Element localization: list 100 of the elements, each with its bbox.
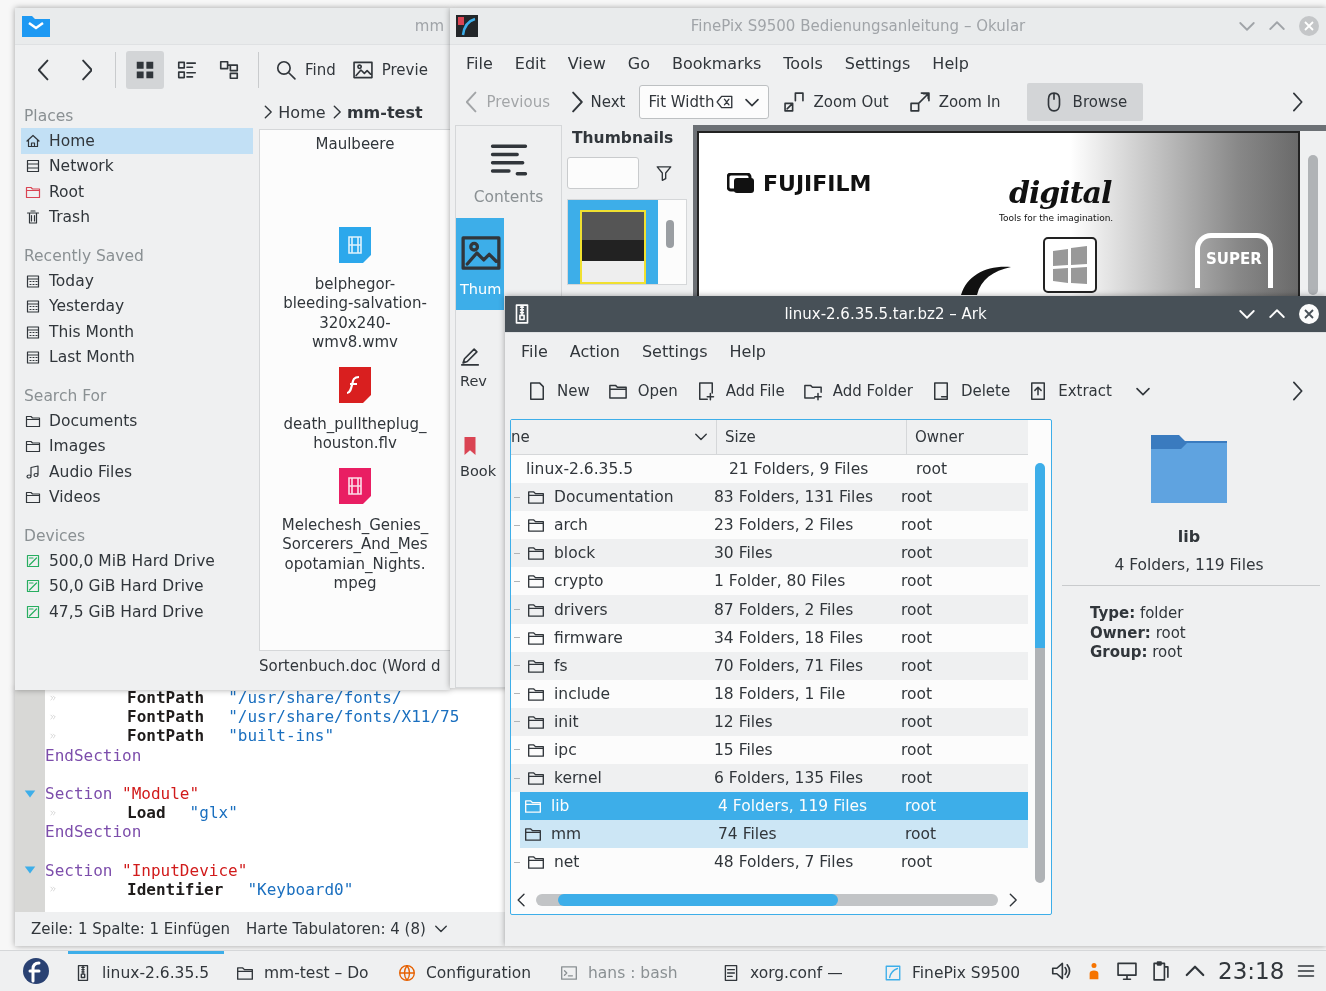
table-row[interactable]: mm 74 Files root bbox=[520, 820, 1028, 849]
toolbar-button[interactable]: Next bbox=[563, 83, 632, 121]
table-cell-text: root bbox=[900, 712, 934, 731]
zoom-dropdown[interactable]: Fit Width bbox=[639, 85, 770, 119]
breadcrumb-item[interactable]: Home bbox=[278, 102, 326, 122]
side-tab[interactable]: Book bbox=[456, 412, 504, 502]
toolbar-button[interactable]: Zoom Out bbox=[777, 83, 895, 121]
taskbar-task[interactable]: linux-2.6.35.5 bbox=[68, 951, 224, 991]
sidebar-item[interactable]: Home bbox=[21, 128, 253, 154]
sidebar-item[interactable]: Videos bbox=[21, 484, 253, 510]
table-cell: crypto bbox=[554, 572, 604, 591]
clock: 23:18 bbox=[1218, 958, 1285, 984]
search-field[interactable] bbox=[567, 157, 639, 189]
toolbar-button[interactable]: Previe bbox=[345, 51, 434, 89]
file-name[interactable]: Maulbeere bbox=[315, 135, 395, 155]
table-cell: include bbox=[554, 684, 611, 703]
table-row[interactable]: include 18 Folders, 1 File root bbox=[511, 679, 1028, 708]
sidebar-item[interactable]: Documents bbox=[21, 408, 253, 434]
sidebar-item[interactable]: Images bbox=[21, 433, 253, 459]
hard-drive-icon bbox=[25, 552, 41, 569]
column-header[interactable]: Owner bbox=[907, 420, 1051, 454]
chevron-right-icon bbox=[1008, 893, 1018, 907]
table-row[interactable]: net 48 Folders, 7 Files root bbox=[511, 848, 1028, 877]
menu-item[interactable]: Go bbox=[617, 49, 660, 77]
calendar-icon bbox=[25, 323, 41, 340]
menu-item[interactable]: File bbox=[456, 49, 503, 77]
toolbar-button[interactable]: Browse bbox=[1026, 83, 1144, 121]
menu-item[interactable]: File bbox=[511, 337, 558, 365]
menu-item[interactable]: Settings bbox=[631, 337, 718, 365]
column-header[interactable]: Size bbox=[717, 420, 907, 454]
terminal-icon bbox=[560, 963, 578, 982]
toolbar-button[interactable]: Add File bbox=[689, 372, 791, 410]
toolbar-button[interactable]: Zoom In bbox=[902, 83, 1007, 121]
table-row[interactable]: block 30 Files root bbox=[511, 539, 1028, 568]
table-row[interactable]: firmware 34 Folders, 18 Files root bbox=[511, 623, 1028, 652]
menu-item[interactable]: Settings bbox=[834, 49, 921, 77]
sidebar-item[interactable]: 47,5 GiB Hard Drive bbox=[21, 599, 253, 625]
horizontal-scrollbar[interactable] bbox=[536, 894, 999, 906]
section-heading: Devices bbox=[23, 526, 87, 547]
folder-icon bbox=[25, 489, 41, 506]
taskbar-task[interactable]: Configuration bbox=[392, 951, 548, 991]
toolbar-button[interactable]: Open bbox=[601, 372, 684, 410]
table-row[interactable]: linux-2.6.35.5 21 Folders, 9 Files root bbox=[511, 455, 1028, 484]
scrollbar[interactable] bbox=[666, 220, 674, 248]
chevron-left-icon bbox=[517, 893, 527, 907]
sidebar-item[interactable]: Yesterday bbox=[21, 293, 253, 319]
sidebar-item[interactable]: Today bbox=[21, 268, 253, 294]
sidebar-item[interactable]: 500,0 MiB Hard Drive bbox=[21, 548, 253, 574]
sidebar-item[interactable]: 50,0 GiB Hard Drive bbox=[21, 573, 253, 599]
table-row[interactable]: arch 23 Folders, 2 Files root bbox=[511, 511, 1028, 540]
scrollbar[interactable] bbox=[1300, 131, 1326, 296]
menu-item[interactable]: Help bbox=[719, 337, 776, 365]
menu-item[interactable]: Edit bbox=[504, 49, 556, 77]
calendar-icon bbox=[25, 349, 41, 366]
thumbnail-item[interactable] bbox=[568, 200, 658, 284]
taskbar-task[interactable]: mm-test – Do bbox=[230, 951, 386, 991]
table-row[interactable]: init 12 Files root bbox=[511, 707, 1028, 736]
close-icon[interactable] bbox=[1298, 303, 1320, 325]
table-cell[interactable]: linux-2.6.35.5 bbox=[526, 460, 634, 479]
file-name[interactable]: death_pulltheplug_houston.flv bbox=[280, 414, 430, 454]
table-row[interactable]: drivers 87 Folders, 2 Files root bbox=[511, 595, 1028, 624]
table-cell-text: root bbox=[900, 544, 934, 563]
indentation-dropdown[interactable]: Harte Tabulatoren: 4 (8) bbox=[246, 920, 448, 938]
code-line: FontPath "/usr/share/fonts/X11/75 bbox=[127, 707, 460, 727]
sidebar-item[interactable]: This Month bbox=[21, 319, 253, 345]
new-file-icon bbox=[527, 381, 547, 401]
taskbar-task[interactable]: xorg.conf — bbox=[716, 951, 872, 991]
launcher-icon[interactable] bbox=[22, 957, 50, 985]
search-icon bbox=[275, 59, 297, 81]
sidebar-item[interactable]: Audio Files bbox=[21, 459, 253, 485]
folder-icon bbox=[21, 14, 51, 38]
menu-item[interactable]: Action bbox=[559, 337, 630, 365]
toolbar-button[interactable]: New bbox=[521, 372, 596, 410]
table-cell-text: 1 Folder, 80 Files bbox=[713, 572, 847, 591]
table-cell-text: 12 Files bbox=[713, 712, 774, 731]
file-name[interactable]: belphegor-bleeding-salvation-320x240-wmv8.wmv bbox=[280, 274, 430, 353]
menu-item[interactable]: Tools bbox=[773, 49, 833, 77]
table-row[interactable]: kernel 6 Folders, 135 Files root bbox=[511, 764, 1028, 793]
column-header[interactable]: ne bbox=[511, 420, 717, 454]
toolbar-button[interactable]: Delete bbox=[924, 372, 1017, 410]
view-mode-button[interactable] bbox=[126, 51, 164, 89]
table-row[interactable]: Documentation 83 Folders, 131 Files root bbox=[511, 483, 1028, 512]
sidebar-item[interactable]: Network bbox=[21, 153, 253, 179]
toolbar-button[interactable]: Extract bbox=[1022, 372, 1118, 410]
sidebar-item[interactable]: Root bbox=[21, 179, 253, 205]
menu-item[interactable]: View bbox=[557, 49, 616, 77]
menu-item[interactable]: Help bbox=[922, 49, 979, 77]
toolbar-button[interactable]: Add Folder bbox=[796, 372, 919, 410]
table-row[interactable]: fs 70 Folders, 71 Files root bbox=[511, 651, 1028, 680]
menu-item[interactable]: Bookmarks bbox=[661, 49, 772, 77]
table-row[interactable]: ipc 15 Files root bbox=[511, 735, 1028, 765]
taskbar-task[interactable]: FinePix S9500 bbox=[878, 951, 1034, 991]
side-tab[interactable]: Rev bbox=[456, 322, 504, 412]
sidebar-item[interactable]: Trash bbox=[21, 204, 253, 230]
sidebar-item[interactable]: Last Month bbox=[21, 344, 253, 370]
breadcrumb-item[interactable]: mm-test bbox=[346, 102, 423, 122]
toolbar-button[interactable]: Find bbox=[269, 51, 342, 89]
table-row[interactable]: crypto 1 Folder, 80 Files root bbox=[511, 567, 1028, 596]
file-name[interactable]: Melechesh_Genies_Sorcerers_And_Mesopotamian_Nights.mpeg bbox=[280, 515, 430, 594]
code-line: EndSection bbox=[45, 745, 142, 765]
